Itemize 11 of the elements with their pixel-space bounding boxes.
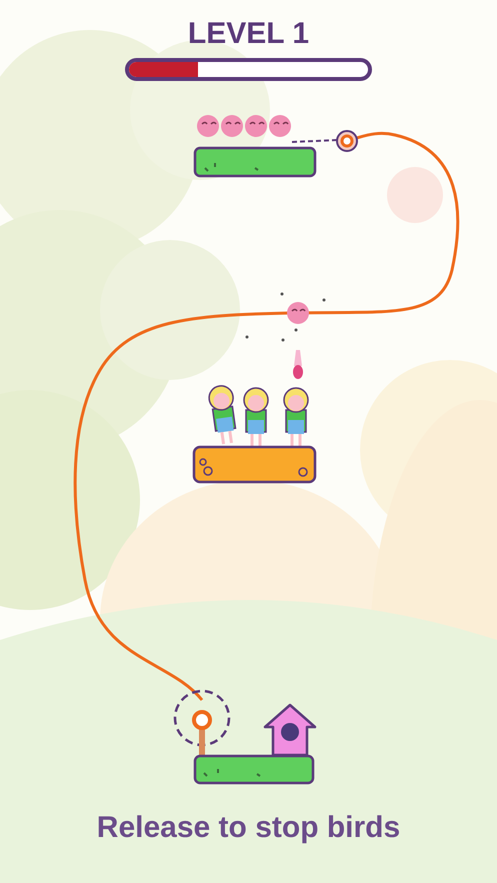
kid-drawing <box>283 387 309 448</box>
dropping-drawing <box>293 350 303 379</box>
level-title: LEVEL 1 <box>188 16 310 52</box>
kid-drawing <box>208 385 236 446</box>
birdhouse-drawing <box>264 704 316 756</box>
dashed-line <box>292 139 338 143</box>
hint-text: Release to stop birds <box>96 810 402 846</box>
top-pin-icon <box>336 130 358 152</box>
bubble-drawing <box>387 167 443 223</box>
kid-drawing <box>243 387 269 448</box>
bottom-pin-icon <box>174 690 230 757</box>
